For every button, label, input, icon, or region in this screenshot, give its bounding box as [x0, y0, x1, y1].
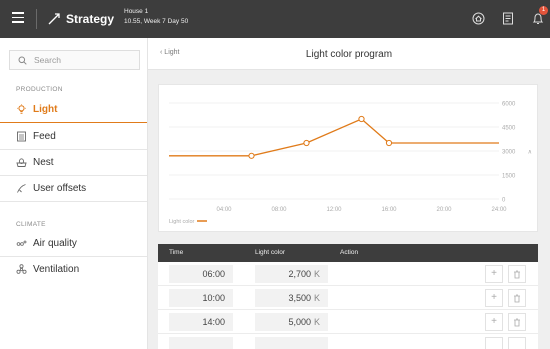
home-icon[interactable] — [472, 12, 485, 25]
sidebar-item-user-offsets[interactable]: User offsets — [0, 176, 147, 202]
hamburger-menu-icon[interactable] — [12, 12, 24, 24]
table-row — [158, 334, 538, 349]
x-tick-label: 16:00 — [381, 207, 397, 213]
air-quality-icon — [16, 240, 27, 246]
x-tick-label: 12:00 — [326, 207, 342, 213]
x-tick-label: 04:00 — [216, 207, 232, 213]
data-point — [248, 152, 255, 159]
time-field[interactable] — [169, 337, 233, 349]
search-icon — [18, 56, 27, 65]
data-point — [303, 139, 310, 147]
delete-row-button[interactable] — [508, 313, 526, 331]
section-label-production: PRODUCTION — [16, 86, 63, 93]
bulb-icon — [17, 104, 26, 114]
add-row-button[interactable]: + — [485, 265, 503, 283]
light-color-chart: 0 1500 3000 4500 6000 04:00 08:00 12:00 16:00 20:… — [158, 84, 538, 232]
y-tick-label: 3000 — [502, 150, 516, 156]
y-tick-label: 1500 — [502, 174, 516, 180]
data-point — [358, 115, 365, 123]
sidebar-item-feed[interactable]: Feed — [0, 124, 147, 150]
chevron-right-icon: ∧ — [528, 150, 532, 156]
x-tick-label: 24:00 — [491, 207, 507, 213]
unit-label: K — [313, 293, 320, 303]
y-tick-label: 4500 — [502, 126, 516, 132]
light-color-field[interactable] — [255, 337, 328, 349]
x-tick-label: 20:00 — [436, 207, 452, 213]
series-line — [169, 118, 499, 157]
chart-canvas: 0 1500 3000 4500 6000 04:00 08:00 12:00 16:00 20:… — [169, 102, 532, 225]
light-color-value: 3,500 — [288, 293, 311, 303]
sidebar-item-light[interactable]: Light — [0, 97, 147, 123]
legend-label: Light color — [169, 219, 195, 225]
unit-label: K — [313, 317, 320, 327]
sidebar-item-air-quality[interactable]: Air quality — [0, 231, 147, 257]
light-color-field[interactable]: 2,700 K — [255, 265, 328, 283]
y-tick-label: 6000 — [502, 102, 516, 108]
column-header-light-color: Light color — [255, 249, 285, 256]
sidebar: Search PRODUCTION Light Feed Nest User o… — [0, 38, 148, 349]
sidebar-item-label: Ventilation — [33, 264, 80, 275]
trash-icon — [514, 318, 520, 327]
light-color-value: 5,000 — [288, 317, 311, 327]
time-field[interactable]: 14:00 — [169, 313, 233, 331]
sidebar-item-ventilation[interactable]: Ventilation — [0, 257, 147, 283]
search-input[interactable]: Search — [9, 50, 140, 70]
house-day: 10.55, Week 7 Day 50 — [124, 18, 189, 25]
x-tick-label: 08:00 — [271, 207, 287, 213]
notification-badge: 1 — [539, 6, 548, 15]
delete-row-button[interactable] — [508, 265, 526, 283]
table-header: Time Light color Action — [158, 244, 538, 262]
offsets-icon — [17, 184, 26, 193]
sidebar-item-label: User offsets — [33, 183, 87, 194]
add-row-button[interactable]: + — [485, 289, 503, 307]
house-info[interactable]: House 1 10.55, Week 7 Day 50 — [124, 7, 188, 27]
page-header: ‹ Light Light color program — [148, 38, 550, 70]
sidebar-item-label: Nest — [33, 157, 54, 168]
trash-icon — [514, 294, 520, 303]
main-content: ‹ Light Light color program 0 1500 3000 450… — [148, 38, 550, 349]
add-row-button[interactable]: + — [485, 313, 503, 331]
y-tick-label: 0 — [502, 198, 506, 204]
report-icon[interactable] — [502, 12, 514, 25]
strategy-icon — [48, 13, 60, 25]
column-header-action: Action — [340, 249, 359, 256]
section-label-climate: CLIMATE — [16, 221, 46, 228]
page-title: Light color program — [305, 49, 393, 60]
add-row-button[interactable] — [485, 337, 503, 349]
data-point — [385, 139, 393, 147]
light-color-value: 2,700 — [288, 269, 311, 279]
app-title: Strategy — [66, 12, 115, 26]
delete-row-button[interactable] — [508, 289, 526, 307]
sidebar-item-label: Air quality — [33, 238, 77, 249]
light-color-field[interactable]: 5,000 K — [255, 313, 328, 331]
column-header-time: Time — [169, 249, 184, 256]
delete-row-button[interactable] — [508, 337, 526, 349]
table-row: 14:00 5,000 K + — [158, 310, 538, 334]
trash-icon — [514, 270, 520, 279]
light-color-field[interactable]: 3,500 K — [255, 289, 328, 307]
time-field[interactable]: 10:00 — [169, 289, 233, 307]
house-name: House 1 — [124, 8, 149, 15]
sidebar-item-nest[interactable]: Nest — [0, 150, 147, 176]
nest-icon — [16, 158, 27, 167]
light-program-table: Time Light color Action 06:00 2,700 K + 1… — [158, 244, 538, 349]
sidebar-item-label: Light — [33, 104, 58, 115]
feed-icon — [17, 131, 26, 142]
search-placeholder: Search — [34, 55, 61, 65]
top-bar: Strategy House 1 10.55, Week 7 Day 50 1 — [0, 0, 550, 38]
time-field[interactable]: 06:00 — [169, 265, 233, 283]
unit-label: K — [313, 269, 320, 279]
table-row: 06:00 2,700 K + — [158, 262, 538, 286]
ventilation-icon — [16, 264, 27, 274]
sidebar-item-label: Feed — [33, 131, 56, 142]
table-row: 10:00 3,500 K + — [158, 286, 538, 310]
divider — [36, 9, 37, 29]
